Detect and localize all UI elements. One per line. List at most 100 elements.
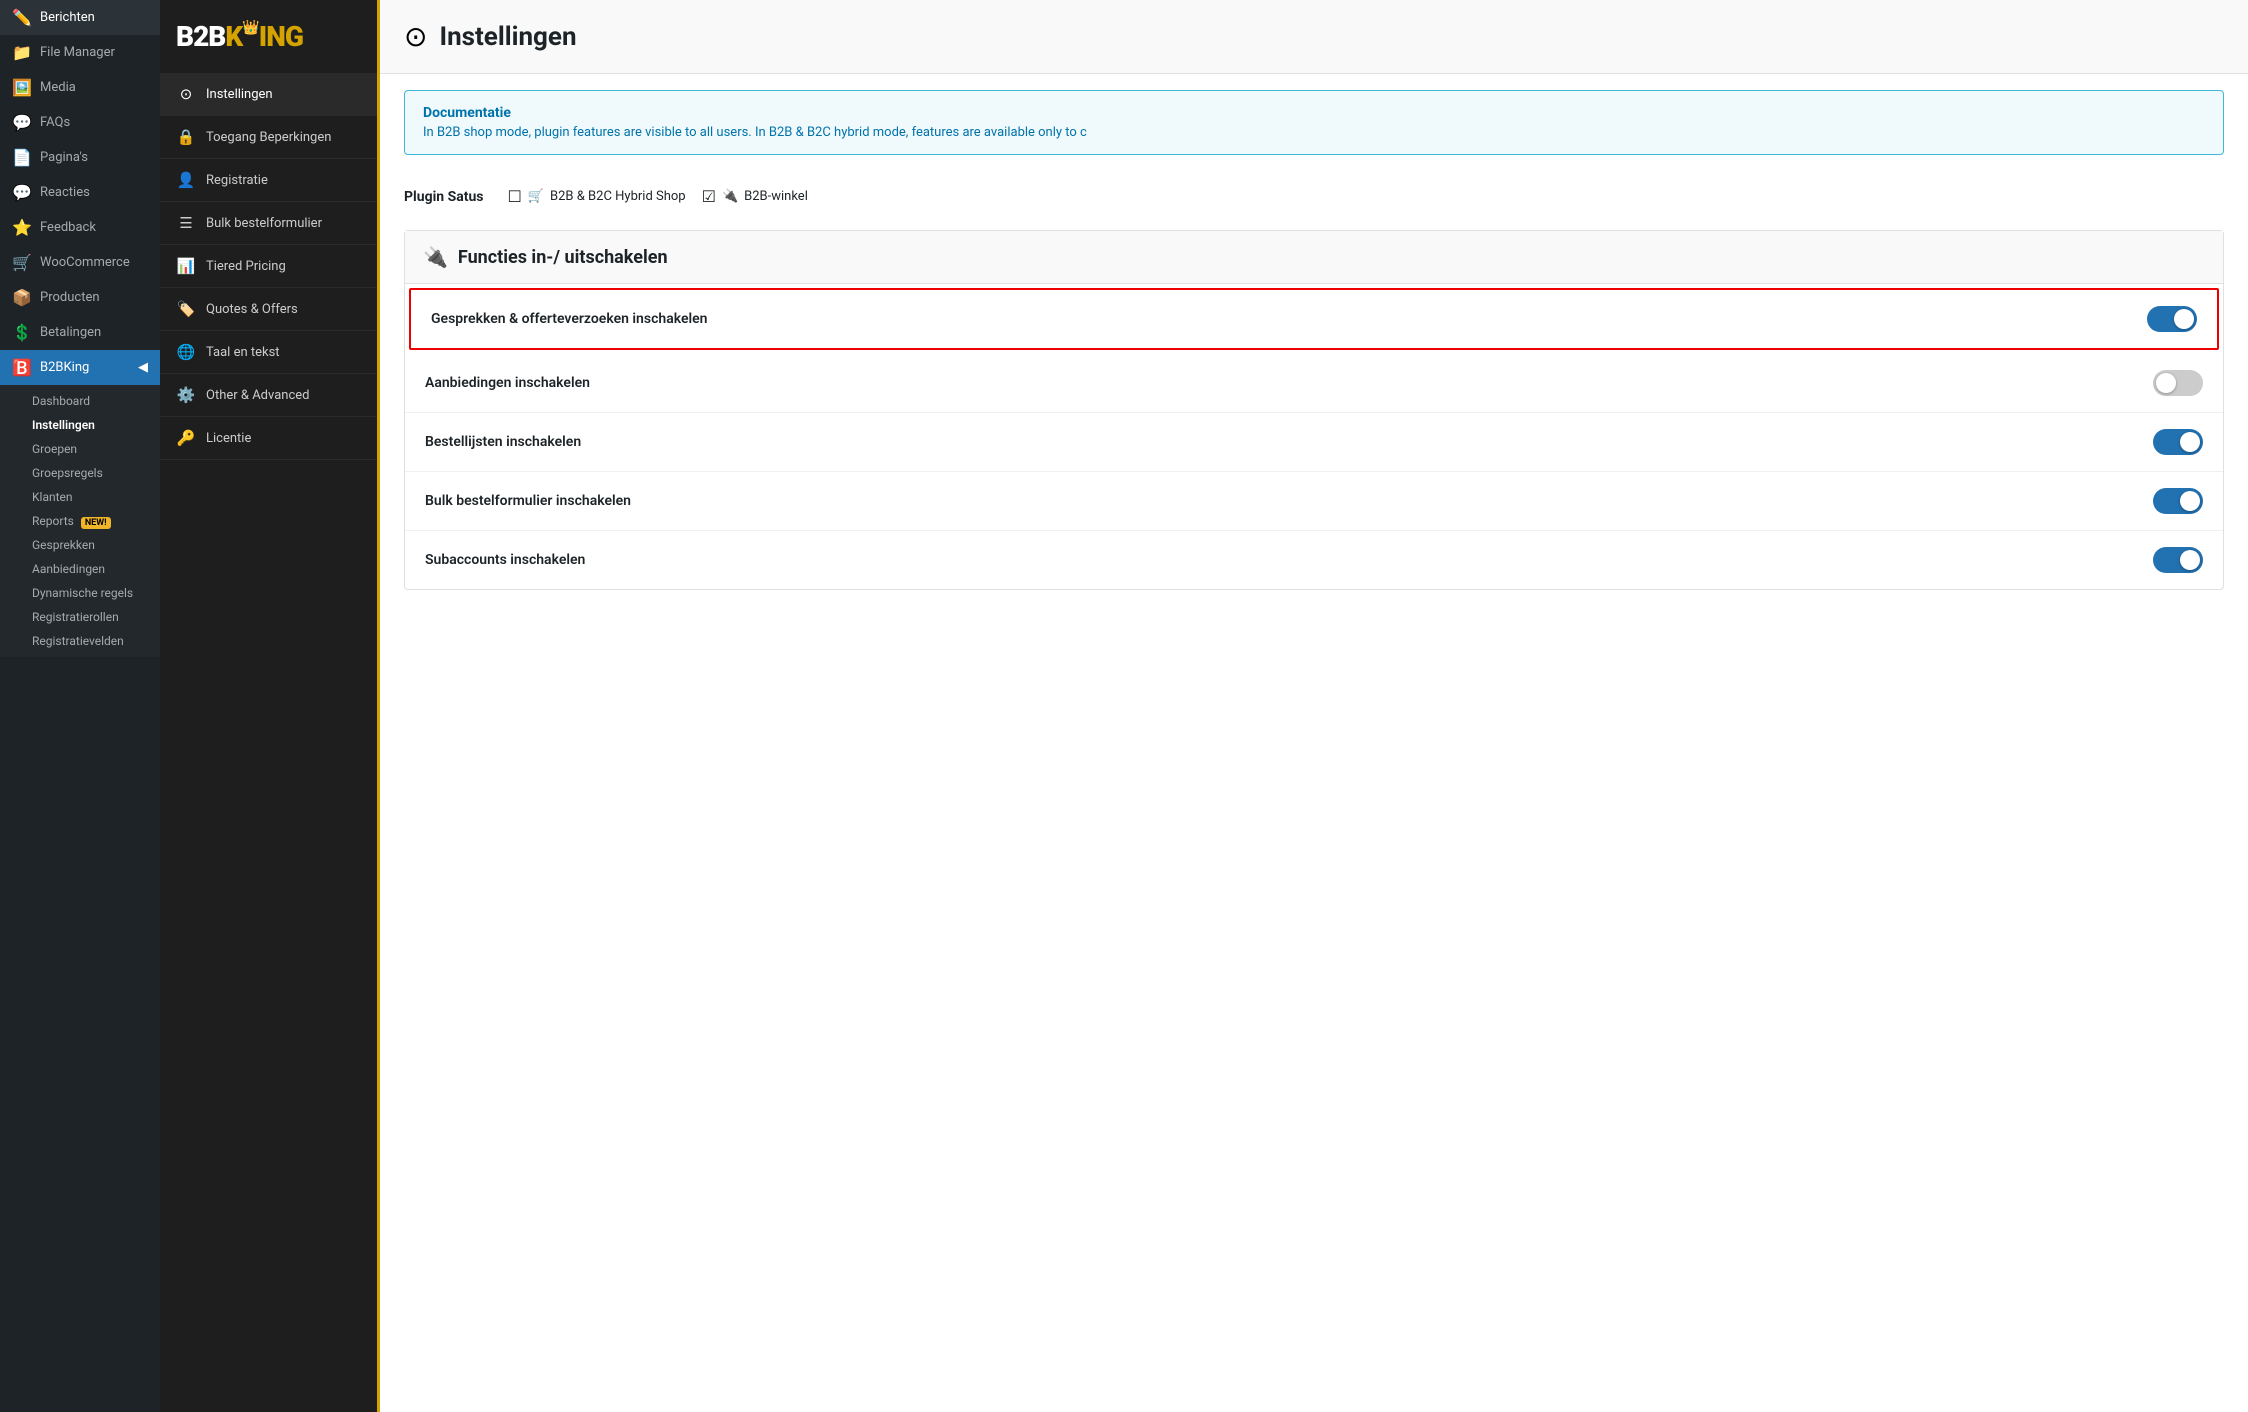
plugin-nav-taal[interactable]: 🌐 Taal en tekst [160, 331, 377, 374]
star-icon: ⭐ [12, 218, 32, 237]
wp-admin-sidebar: ✏️ Berichten 📁 File Manager 🖼️ Media 💬 F… [0, 0, 160, 1412]
settings-nav-icon: ⊙ [176, 85, 196, 103]
new-badge: NEW! [81, 517, 111, 529]
toggle-track-aanbiedingen[interactable] [2153, 370, 2203, 396]
submenu-klanten[interactable]: Klanten [0, 485, 160, 509]
user-icon: 👤 [176, 171, 196, 189]
sidebar-item-media[interactable]: 🖼️ Media [0, 70, 160, 105]
edit-icon: ✏️ [12, 8, 32, 27]
sidebar-item-feedback[interactable]: ⭐ Feedback [0, 210, 160, 245]
features-header: 🔌 Functies in-/ uitschakelen [405, 231, 2223, 284]
toggle-thumb-aanbiedingen [2156, 373, 2176, 393]
plugin-nav-toegang[interactable]: 🔒 Toegang Beperkingen [160, 116, 377, 159]
settings-page: ⊙ Instellingen Documentatie In B2B shop … [380, 0, 2248, 1412]
toggle-track-bulk[interactable] [2153, 488, 2203, 514]
checkbox-unchecked-icon: ☐ [507, 187, 521, 206]
sidebar-item-producten[interactable]: 📦 Producten [0, 280, 160, 315]
toggle-bulk[interactable] [2153, 488, 2203, 514]
feature-label-aanbiedingen: Aanbiedingen inschakelen [425, 375, 590, 391]
submenu-dynamische-regels[interactable]: Dynamische regels [0, 581, 160, 605]
tag-icon: 🏷️ [176, 300, 196, 318]
doc-title: Documentatie [423, 105, 2205, 121]
documentation-box: Documentatie In B2B shop mode, plugin fe… [404, 90, 2224, 155]
plugin-nav-instellingen[interactable]: ⊙ Instellingen [160, 73, 377, 116]
b2bking-submenu: Dashboard Instellingen Groepen Groepsreg… [0, 385, 160, 657]
status-b2b-winkel[interactable]: ☑ 🔌 B2B-winkel [702, 187, 808, 206]
sidebar-item-woocommerce[interactable]: 🛒 WooCommerce [0, 245, 160, 280]
toggle-gesprekken[interactable] [2147, 306, 2197, 332]
main-area: B2BK👑ING ⊙ Instellingen 🔒 Toegang Beperk… [160, 0, 2248, 1412]
page-header: ⊙ Instellingen [380, 0, 2248, 74]
plugin-nav-quotes[interactable]: 🏷️ Quotes & Offers [160, 288, 377, 331]
toggle-track-bestellijsten[interactable] [2153, 429, 2203, 455]
chart-icon: 📊 [176, 257, 196, 275]
submenu-gesprekken[interactable]: Gesprekken [0, 533, 160, 557]
feature-row-subaccounts: Subaccounts inschakelen [405, 531, 2223, 589]
submenu-dashboard[interactable]: Dashboard [0, 389, 160, 413]
features-title: Functies in-/ uitschakelen [458, 247, 668, 268]
content-area: ⊙ Instellingen Documentatie In B2B shop … [380, 0, 2248, 1412]
doc-text: In B2B shop mode, plugin features are vi… [423, 125, 2205, 140]
submenu-registratievelden[interactable]: Registratievelden [0, 629, 160, 653]
sidebar-item-faqs[interactable]: 💬 FAQs [0, 105, 160, 140]
toggle-aanbiedingen[interactable] [2153, 370, 2203, 396]
sidebar-item-betalingen[interactable]: 💲 Betalingen [0, 315, 160, 350]
toggle-subaccounts[interactable] [2153, 547, 2203, 573]
feature-label-gesprekken: Gesprekken & offerteverzoeken inschakele… [431, 311, 708, 327]
feature-label-bestellijsten: Bestellijsten inschakelen [425, 434, 581, 450]
list-icon: ☰ [176, 214, 196, 232]
submenu-groepsregels[interactable]: Groepsregels [0, 461, 160, 485]
payment-icon: 💲 [12, 323, 32, 342]
plugin-status-section: Plugin Satus ☐ 🛒 B2B & B2C Hybrid Shop ☑… [380, 171, 2248, 222]
submenu-aanbiedingen[interactable]: Aanbiedingen [0, 557, 160, 581]
submenu-reports[interactable]: Reports NEW! [0, 509, 160, 533]
plugin-nav-licentie[interactable]: 🔑 Licentie [160, 417, 377, 460]
toggle-thumb-gesprekken [2174, 309, 2194, 329]
plugin-logo: B2BK👑ING [160, 0, 377, 73]
globe-icon: 🌐 [176, 343, 196, 361]
b2b-b2c-icon: 🛒 [528, 189, 544, 204]
plugin-nav-tiered[interactable]: 📊 Tiered Pricing [160, 245, 377, 288]
status-b2b-b2c[interactable]: ☐ 🛒 B2B & B2C Hybrid Shop [507, 187, 685, 206]
sidebar-item-reacties[interactable]: 💬 Reacties [0, 175, 160, 210]
lock-icon: 🔒 [176, 128, 196, 146]
sidebar-item-berichten[interactable]: ✏️ Berichten [0, 0, 160, 35]
plugin-nav-other[interactable]: ⚙️ Other & Advanced [160, 374, 377, 417]
checkbox-checked-icon: ☑ [702, 187, 716, 206]
toggle-track-subaccounts[interactable] [2153, 547, 2203, 573]
b2b-winkel-icon: 🔌 [722, 189, 738, 204]
plugin-status-label: Plugin Satus [404, 189, 483, 205]
toggle-thumb-bestellijsten [2180, 432, 2200, 452]
comment-icon: 💬 [12, 183, 32, 202]
submenu-instellingen[interactable]: Instellingen [0, 413, 160, 437]
feature-row-aanbiedingen: Aanbiedingen inschakelen [405, 354, 2223, 413]
arrow-icon: ◀ [138, 360, 148, 375]
feature-row-bulk: Bulk bestelformulier inschakelen [405, 472, 2223, 531]
feature-row-gesprekken: Gesprekken & offerteverzoeken inschakele… [409, 288, 2219, 350]
plugin-nav-bulk[interactable]: ☰ Bulk bestelformulier [160, 202, 377, 245]
page-header-icon: ⊙ [404, 20, 427, 53]
features-section: 🔌 Functies in-/ uitschakelen Gesprekken … [404, 230, 2224, 590]
sidebar-item-paginas[interactable]: 📄 Pagina's [0, 140, 160, 175]
gear-icon: ⚙️ [176, 386, 196, 404]
toggle-bestellijsten[interactable] [2153, 429, 2203, 455]
b2bking-icon: 🅱️ [12, 358, 32, 377]
sidebar-item-b2bking[interactable]: 🅱️ B2BKing ◀ [0, 350, 160, 385]
cart-icon: 🛒 [12, 253, 32, 272]
feature-row-bestellijsten: Bestellijsten inschakelen [405, 413, 2223, 472]
logo-text: B2BK👑ING [176, 20, 361, 53]
feature-label-bulk: Bulk bestelformulier inschakelen [425, 493, 631, 509]
toggle-thumb-bulk [2180, 491, 2200, 511]
faq-icon: 💬 [12, 113, 32, 132]
page-title: Instellingen [439, 22, 576, 52]
product-icon: 📦 [12, 288, 32, 307]
toggle-track-gesprekken[interactable] [2147, 306, 2197, 332]
folder-icon: 📁 [12, 43, 32, 62]
media-icon: 🖼️ [12, 78, 32, 97]
page-icon: 📄 [12, 148, 32, 167]
plug-icon: 🔌 [423, 245, 448, 269]
plugin-nav-registratie[interactable]: 👤 Registratie [160, 159, 377, 202]
submenu-registratierollen[interactable]: Registratierollen [0, 605, 160, 629]
sidebar-item-file-manager[interactable]: 📁 File Manager [0, 35, 160, 70]
submenu-groepen[interactable]: Groepen [0, 437, 160, 461]
